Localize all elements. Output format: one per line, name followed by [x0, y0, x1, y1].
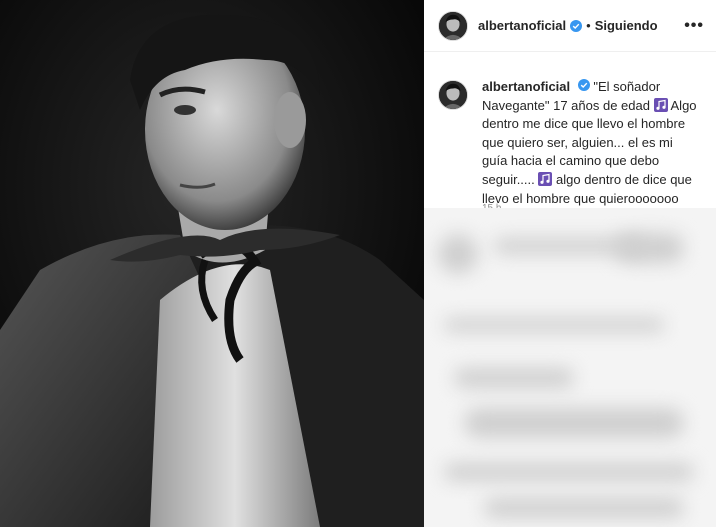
- musical-notes-icon: [538, 171, 553, 186]
- separator-dot: •: [586, 18, 591, 33]
- post-side-panel: albertanoficial • Siguiendo ••• albertan…: [424, 0, 716, 527]
- post-photo[interactable]: [0, 0, 424, 527]
- avatar[interactable]: [438, 10, 468, 41]
- more-options-icon[interactable]: •••: [684, 17, 704, 35]
- username-link[interactable]: albertanoficial: [478, 18, 566, 33]
- following-button[interactable]: Siguiendo: [595, 18, 658, 33]
- musical-notes-icon: [653, 97, 668, 112]
- verified-badge-icon: [570, 19, 583, 32]
- caption-avatar[interactable]: [438, 80, 468, 110]
- caption-text: albertanoficial "El soñador Navegante" 1…: [482, 78, 700, 227]
- blurred-comments-area: [424, 208, 716, 527]
- verified-badge-icon: [577, 79, 590, 91]
- caption: albertanoficial "El soñador Navegante" 1…: [424, 52, 716, 227]
- caption-username-link[interactable]: albertanoficial: [482, 79, 570, 94]
- post-header: albertanoficial • Siguiendo •••: [424, 0, 716, 52]
